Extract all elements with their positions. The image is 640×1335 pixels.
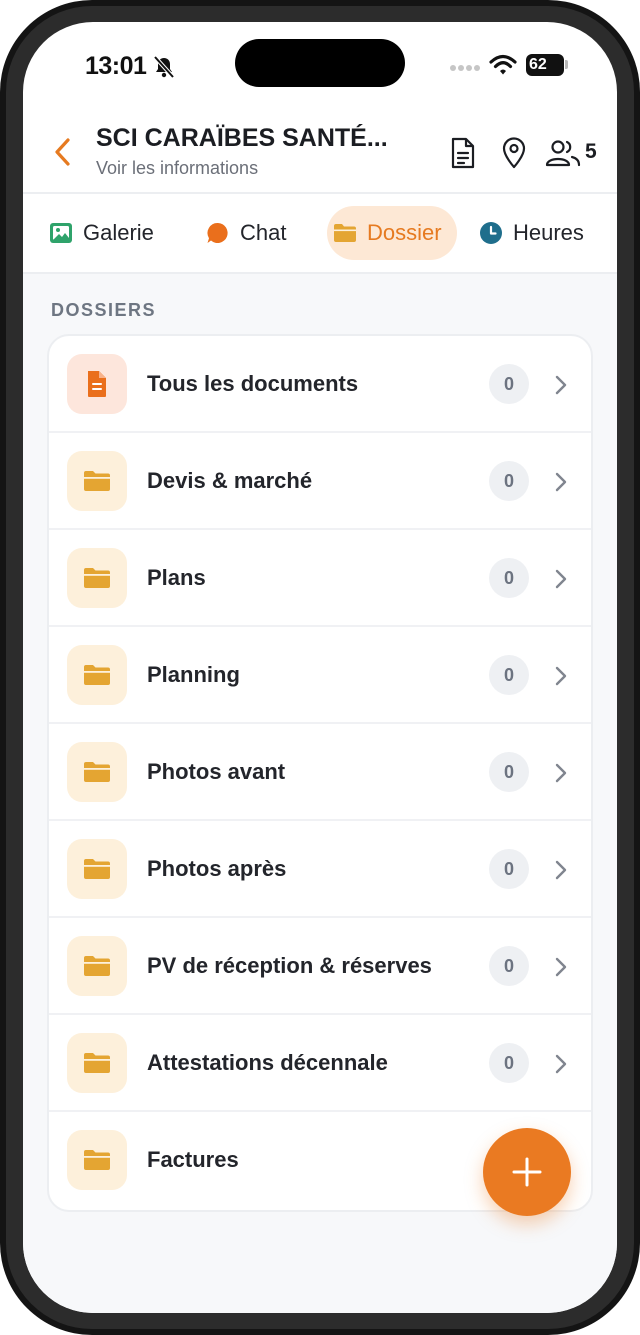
chevron-right-icon xyxy=(555,375,567,395)
folder-name: Devis & marché xyxy=(147,468,313,493)
chevron-right-icon xyxy=(555,472,567,492)
chevron-right-icon xyxy=(555,957,567,977)
folder-name: Plans xyxy=(147,565,206,590)
list-item[interactable]: Photos avant 0 xyxy=(49,724,591,821)
tab-dossier-label: Dossier xyxy=(367,220,442,245)
clock-icon xyxy=(480,222,502,244)
status-time: 13:01 xyxy=(85,52,147,80)
folder-icon xyxy=(84,956,110,976)
tab-galerie[interactable]: Galerie xyxy=(49,206,154,260)
row-icon-box xyxy=(67,354,127,414)
back-chevron-icon[interactable] xyxy=(51,136,75,168)
chevron-right-icon xyxy=(555,763,567,783)
chevron-right-icon xyxy=(555,569,567,589)
folder-name: PV de réception & réserves xyxy=(147,953,432,978)
row-icon-box xyxy=(67,839,127,899)
list-item[interactable]: Tous les documents 0 xyxy=(49,336,591,433)
header-divider xyxy=(23,192,617,194)
folder-name: Photos après xyxy=(147,856,287,881)
location-pin-icon[interactable] xyxy=(501,136,527,170)
folder-icon xyxy=(84,1053,110,1073)
battery-tip xyxy=(565,60,568,69)
project-title[interactable]: SCI CARAÏBES SANTÉ... xyxy=(96,124,426,153)
gallery-icon xyxy=(50,223,72,243)
signal-dots-icon xyxy=(450,65,480,71)
folder-name: Photos avant xyxy=(147,759,286,784)
folder-icon xyxy=(84,859,110,879)
folder-count-badge: 0 xyxy=(489,364,529,404)
folder-count-badge: 0 xyxy=(489,655,529,695)
folder-icon xyxy=(84,1150,110,1170)
dynamic-island xyxy=(235,39,405,87)
row-icon-box xyxy=(67,742,127,802)
bell-off-icon xyxy=(153,55,175,79)
members-count[interactable]: 5 xyxy=(585,140,597,164)
row-icon-box xyxy=(67,451,127,511)
list-item[interactable]: PV de réception & réserves 0 xyxy=(49,918,591,1015)
row-icon-box xyxy=(67,936,127,996)
folder-icon xyxy=(84,762,110,782)
chevron-right-icon xyxy=(555,860,567,880)
folder-icon xyxy=(84,665,110,685)
document-icon xyxy=(88,371,106,397)
folder-count-badge: 0 xyxy=(489,1043,529,1083)
list-item[interactable]: Plans 0 xyxy=(49,530,591,627)
add-button[interactable] xyxy=(483,1128,571,1216)
folder-count-badge: 0 xyxy=(489,752,529,792)
list-item[interactable]: Attestations décennale 0 xyxy=(49,1015,591,1112)
list-item[interactable]: Planning 0 xyxy=(49,627,591,724)
tab-heures-label: Heures xyxy=(513,220,584,245)
chevron-right-icon xyxy=(555,1054,567,1074)
wifi-icon xyxy=(489,54,517,75)
tab-chat[interactable]: Chat xyxy=(206,206,286,260)
app-screen: 13:01 62 SCI CARAÏBES SANTÉ... Voir les … xyxy=(23,22,617,1313)
tab-galerie-label: Galerie xyxy=(83,220,154,245)
folder-name: Attestations décennale xyxy=(147,1050,388,1075)
folder-name: Tous les documents xyxy=(147,371,359,396)
folder-count-badge: 0 xyxy=(489,849,529,889)
tab-dossier[interactable]: Dossier xyxy=(327,206,457,260)
battery-indicator: 62 xyxy=(526,54,564,76)
row-icon-box xyxy=(67,548,127,608)
row-icon-box xyxy=(67,1130,127,1190)
folder-icon xyxy=(84,568,110,588)
folder-list: Tous les documents 0 Devis & marché 0 Pl… xyxy=(47,334,593,1212)
members-icon[interactable] xyxy=(545,139,581,167)
folder-name: Planning xyxy=(147,662,240,687)
plus-icon xyxy=(512,1157,542,1187)
row-icon-box xyxy=(67,1033,127,1093)
row-icon-box xyxy=(67,645,127,705)
section-title: DOSSIERS xyxy=(51,300,157,320)
tab-chat-label: Chat xyxy=(240,220,287,245)
chevron-right-icon xyxy=(555,666,567,686)
chat-bubble-icon xyxy=(207,222,228,243)
folder-count-badge: 0 xyxy=(489,461,529,501)
folder-icon xyxy=(334,224,356,242)
document-icon[interactable] xyxy=(449,136,477,170)
folder-icon xyxy=(84,471,110,491)
project-info-link[interactable]: Voir les informations xyxy=(96,158,258,179)
folder-count-badge: 0 xyxy=(489,558,529,598)
folder-name: Factures xyxy=(147,1147,239,1172)
list-item[interactable]: Devis & marché 0 xyxy=(49,433,591,530)
folder-count-badge: 0 xyxy=(489,946,529,986)
tab-heures[interactable]: Heures xyxy=(479,206,584,260)
list-item[interactable]: Photos après 0 xyxy=(49,821,591,918)
